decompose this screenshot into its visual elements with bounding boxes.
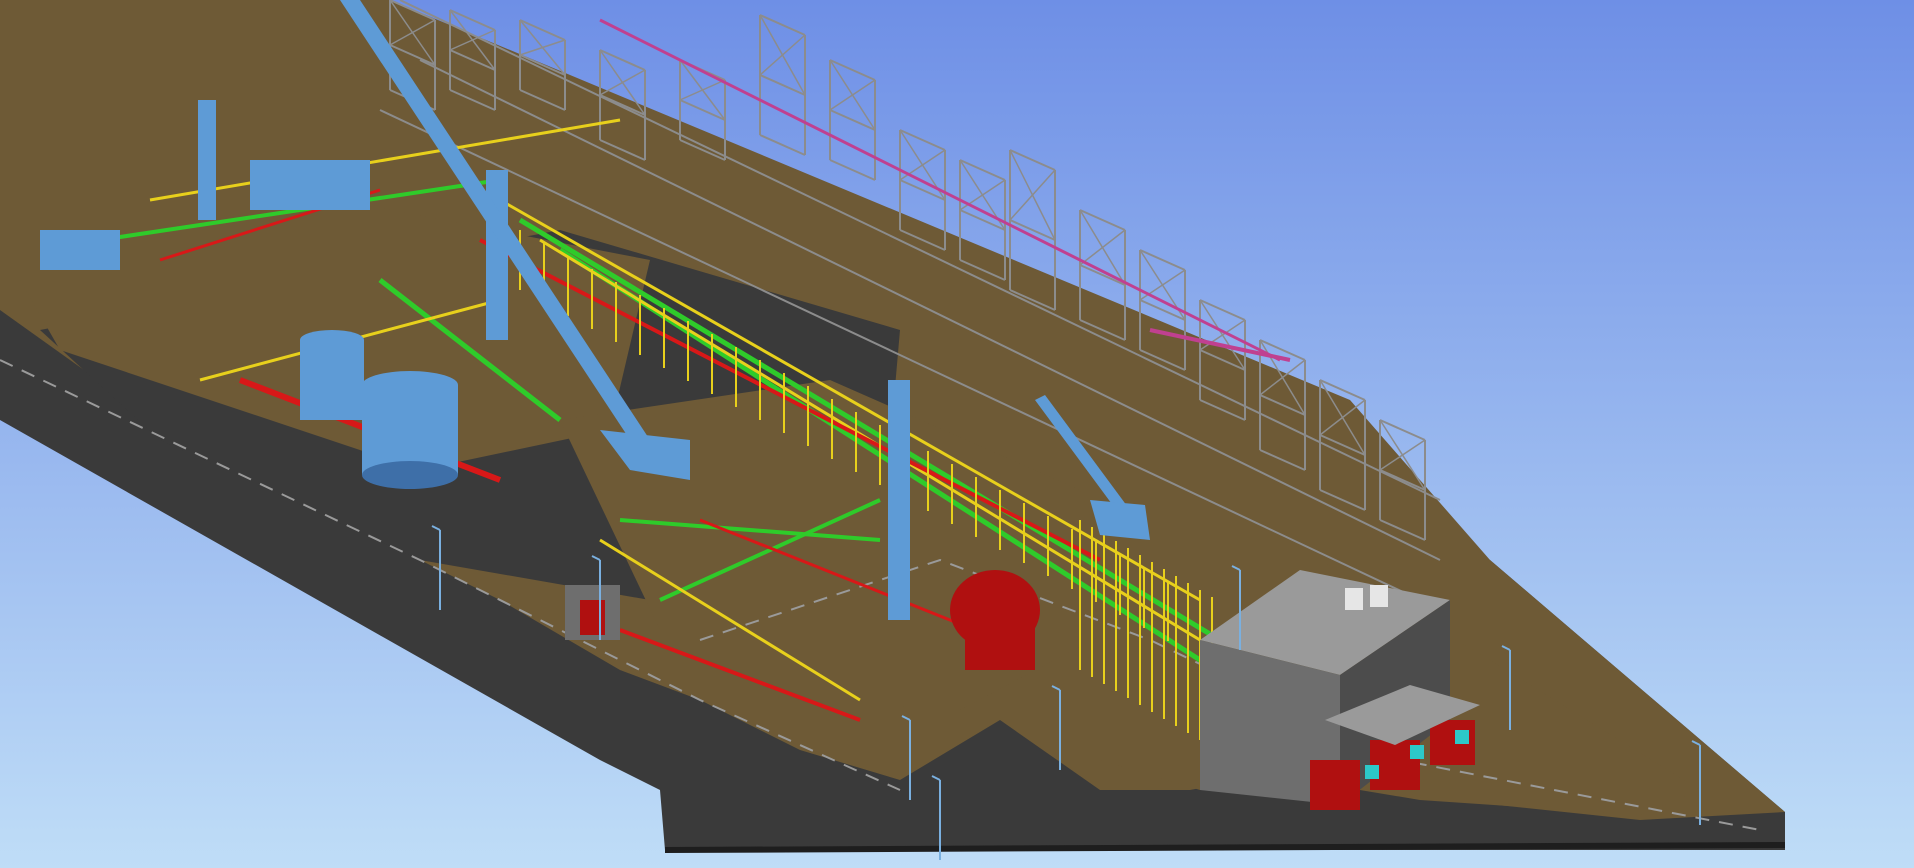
rooftop-unit-1[interactable] xyxy=(1345,588,1363,610)
hvac-unit-1[interactable] xyxy=(1365,765,1379,779)
hvac-unit-3[interactable] xyxy=(1455,730,1469,744)
red-skid[interactable] xyxy=(965,620,1035,670)
plant-model-scene[interactable] xyxy=(0,0,1914,868)
transformer-1[interactable] xyxy=(1310,760,1360,810)
rooftop-unit-2[interactable] xyxy=(1370,585,1388,607)
exchanger-west[interactable] xyxy=(250,160,370,210)
hvac-unit-2[interactable] xyxy=(1410,745,1424,759)
column-west-1[interactable] xyxy=(198,100,216,220)
enclosure-red-face xyxy=(580,600,605,635)
column-central[interactable] xyxy=(888,380,910,620)
vessel-west[interactable] xyxy=(40,230,120,270)
storage-tank-2-base xyxy=(362,461,458,489)
storage-tank-1[interactable] xyxy=(300,340,364,420)
3d-model-viewport[interactable] xyxy=(0,0,1914,868)
column-west-2[interactable] xyxy=(486,170,508,340)
